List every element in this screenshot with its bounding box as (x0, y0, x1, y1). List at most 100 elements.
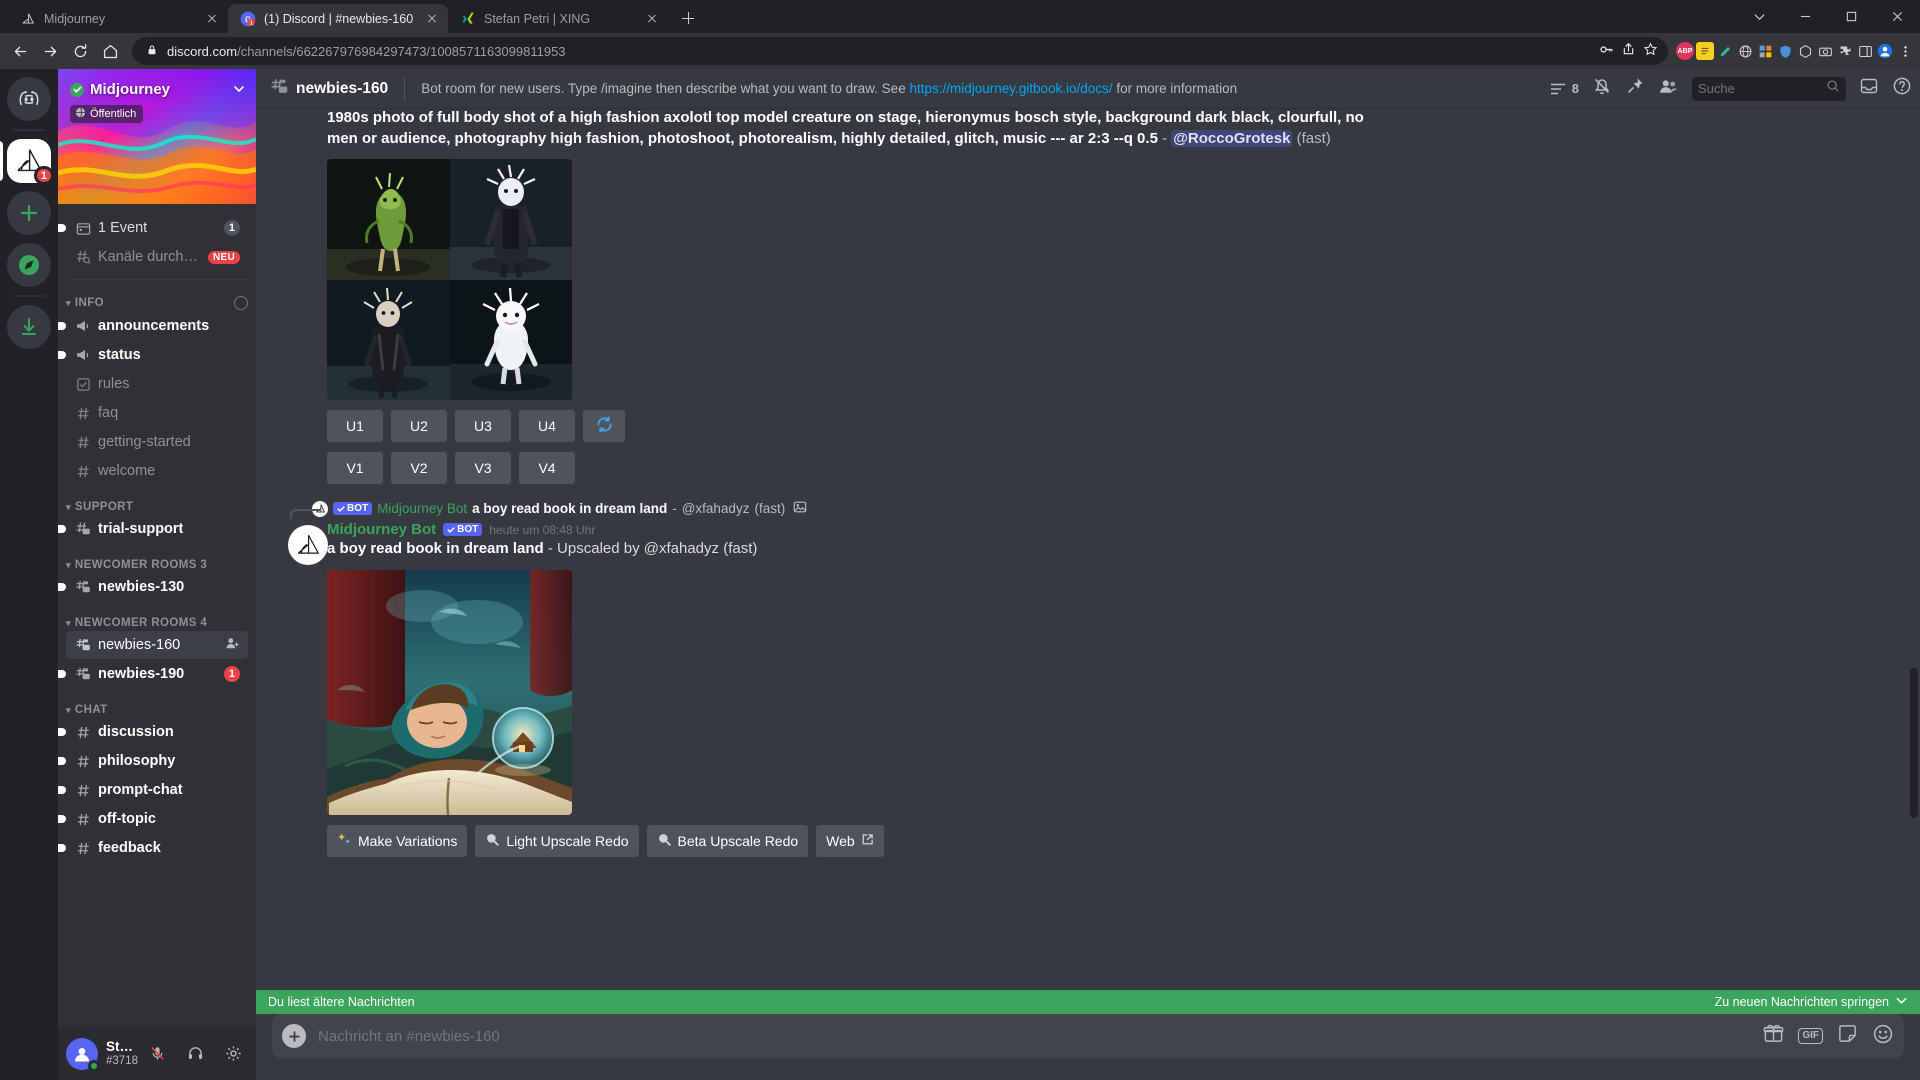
guild-header[interactable]: Midjourney Öffentlich (58, 69, 256, 204)
sidebar-icon[interactable] (1856, 42, 1874, 60)
channel-topic[interactable]: Bot room for new users. Type /imagine th… (421, 81, 1540, 96)
button-v2[interactable]: V2 (391, 452, 447, 485)
reload-icon[interactable] (66, 37, 94, 65)
category-info-action-icon[interactable] (234, 296, 248, 310)
inbox-icon[interactable] (1859, 76, 1879, 101)
reply-reference[interactable]: BOT Midjourney Bot a boy read book in dr… (290, 500, 1904, 520)
grid-image-attachment[interactable] (327, 159, 1904, 400)
gif-icon[interactable]: GIF (1798, 1028, 1823, 1044)
menu-icon[interactable] (1896, 42, 1914, 60)
tab-close-icon-1[interactable] (424, 11, 440, 27)
sidebar-item-prompt-chat[interactable]: prompt-chat (58, 776, 248, 804)
gift-icon[interactable] (1763, 1023, 1784, 1049)
grid-icon[interactable] (1756, 42, 1774, 60)
sidebar-item-rules[interactable]: rules (66, 370, 248, 398)
explore-servers-button[interactable] (7, 243, 51, 287)
reply-mention[interactable]: @xfahadyz (682, 501, 750, 516)
address-bar[interactable]: discord.com/channels/662267976984297473/… (132, 37, 1668, 65)
profile-icon[interactable] (1876, 42, 1894, 60)
browse-channels-row[interactable]: Kanäle durchstöbern NEU (66, 243, 248, 271)
sidebar-item-getting-started[interactable]: getting-started (66, 428, 248, 456)
category-support[interactable]: ▾ SUPPORT (66, 501, 248, 513)
sidebar-item-welcome[interactable]: welcome (66, 457, 248, 485)
sidebar-item-newbies-130[interactable]: newbies-130 (58, 573, 248, 601)
category-info[interactable]: ▾ INFO (66, 296, 248, 310)
composer-input-field[interactable]: Nachricht an #newbies-160 (318, 1028, 1751, 1045)
topic-link[interactable]: https://midjourney.gitbook.io/docs/ (909, 81, 1112, 96)
plus-icon[interactable] (282, 1024, 306, 1048)
button-light-upscale-redo[interactable]: Light Upscale Redo (475, 824, 639, 857)
direct-messages-button[interactable] (7, 77, 51, 121)
reroll-button[interactable] (583, 410, 625, 443)
bookmark-star-icon[interactable] (1643, 42, 1658, 60)
category-newcomer-rooms-3[interactable]: ▾ NEWCOMER ROOMS 3 (66, 559, 248, 571)
share-icon[interactable] (1621, 42, 1636, 60)
abp-icon[interactable]: ABP (1676, 42, 1694, 60)
box-icon[interactable] (1796, 42, 1814, 60)
button-u3[interactable]: U3 (455, 410, 511, 443)
sidebar-item-off-topic[interactable]: off-topic (58, 805, 248, 833)
tab-search-chevron-icon[interactable] (1736, 0, 1782, 33)
button-u4[interactable]: U4 (519, 410, 575, 443)
threads-icon[interactable]: 8 (1548, 79, 1579, 99)
browser-tab-2[interactable]: Stefan Petri | XING (448, 4, 668, 33)
sticker-icon[interactable] (1837, 1023, 1858, 1049)
browser-tab-0[interactable]: Midjourney (8, 4, 228, 33)
jump-bar-right[interactable]: Zu neuen Nachrichten springen (1715, 994, 1908, 1010)
reply-bot-name[interactable]: Midjourney Bot (377, 501, 467, 516)
help-icon[interactable] (1892, 76, 1912, 101)
button-web[interactable]: Web (816, 824, 884, 857)
members-icon[interactable] (1658, 76, 1679, 102)
search-field[interactable] (1698, 81, 1822, 96)
pen-icon[interactable] (1716, 42, 1734, 60)
category-newcomer-rooms-4[interactable]: ▾ NEWCOMER ROOMS 4 (66, 617, 248, 629)
notification-bell-icon[interactable] (1592, 76, 1612, 101)
shield-icon[interactable] (1776, 42, 1794, 60)
button-u2[interactable]: U2 (391, 410, 447, 443)
guild-midjourney[interactable]: 1 (0, 139, 54, 185)
emoji-icon[interactable] (1872, 1023, 1894, 1050)
tab-close-icon-0[interactable] (204, 11, 220, 27)
button-beta-upscale-redo[interactable]: Beta Upscale Redo (646, 824, 809, 857)
close-icon[interactable] (1874, 0, 1920, 33)
message-composer[interactable]: Nachricht an #newbies-160 GIF (272, 1014, 1904, 1058)
upscaled-mention[interactable]: @xfahadyz (644, 540, 719, 557)
button-v1[interactable]: V1 (327, 452, 383, 485)
jump-to-present-bar[interactable]: Du liest ältere Nachrichten Zu neuen Nac… (256, 990, 1920, 1014)
grid-mention[interactable]: @RoccoGrotesk (1171, 129, 1293, 147)
download-apps-button[interactable] (7, 305, 51, 349)
puzzle-icon[interactable] (1836, 42, 1854, 60)
sidebar-item-announcements[interactable]: announcements (58, 312, 248, 340)
button-make-variations[interactable]: Make Variations (327, 824, 468, 857)
message-avatar[interactable] (288, 525, 328, 566)
upscaled-image-attachment[interactable] (327, 569, 1904, 815)
tab-close-icon-2[interactable] (644, 11, 660, 27)
key-icon[interactable] (1599, 42, 1614, 60)
new-tab-button[interactable] (674, 4, 702, 32)
button-v4[interactable]: V4 (519, 452, 575, 485)
note-icon[interactable] (1696, 42, 1714, 60)
button-u1[interactable]: U1 (327, 410, 383, 443)
deafen-icon[interactable] (180, 1039, 210, 1069)
message-scrollbar[interactable] (1910, 668, 1918, 818)
button-v3[interactable]: V3 (455, 452, 511, 485)
sidebar-item-feedback[interactable]: feedback (58, 834, 248, 862)
search-input[interactable] (1692, 76, 1846, 101)
avatar[interactable] (66, 1037, 100, 1072)
message-list[interactable]: 1980s photo of full body shot of a high … (256, 108, 1920, 1014)
back-icon[interactable] (6, 37, 34, 65)
sidebar-item-status[interactable]: status (58, 341, 248, 369)
category-chat[interactable]: ▾ CHAT (66, 704, 248, 716)
add-server-button[interactable] (7, 191, 51, 235)
maximize-icon[interactable] (1828, 0, 1874, 33)
mute-icon[interactable] (142, 1039, 172, 1069)
camera-icon[interactable] (1816, 42, 1834, 60)
sidebar-item-newbies-190[interactable]: newbies-190 1 (58, 660, 248, 688)
settings-gear-icon[interactable] (218, 1039, 248, 1069)
sidebar-item-trial-support[interactable]: trial-support (58, 515, 248, 543)
forward-icon[interactable] (36, 37, 64, 65)
sidebar-item-discussion[interactable]: discussion (58, 718, 248, 746)
guild-dropdown-chevron-icon[interactable] (232, 82, 246, 101)
user-meta[interactable]: Stefan Petri #3718 (106, 1039, 138, 1068)
sidebar-item-philosophy[interactable]: philosophy (58, 747, 248, 775)
